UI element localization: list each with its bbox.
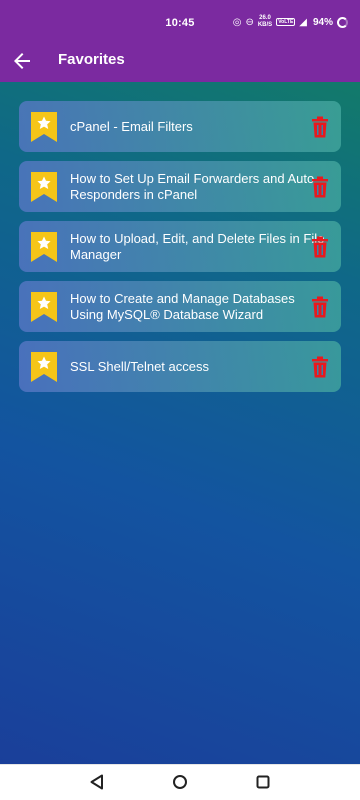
favorite-title: How to Create and Manage Databases Using… [70,290,295,322]
star-bookmark-icon [31,352,57,382]
favorite-title: SSL Shell/Telnet access [70,358,209,374]
star-bookmark-icon [31,292,57,322]
favorite-item[interactable]: How to Upload, Edit, and Delete Files in… [19,221,341,272]
battery-percent: 94% [312,16,333,28]
favorites-content: cPanel - Email Filters How to Set Up Ema… [0,82,360,764]
triangle-back-icon[interactable] [88,773,106,791]
favorite-title: How to Set Up Email Forwarders and Auto … [70,170,315,202]
delete-icon[interactable] [310,116,330,138]
favorite-item[interactable]: How to Set Up Email Forwarders and Auto … [19,161,341,212]
delete-icon[interactable] [310,176,330,198]
favorites-list: cPanel - Email Filters How to Set Up Ema… [19,101,341,401]
signal-icon: ◢ [299,16,307,28]
favorite-item[interactable]: How to Create and Manage Databases Using… [19,281,341,332]
favorite-title: cPanel - Email Filters [70,118,193,134]
circle-home-icon[interactable] [171,773,189,791]
net-speed: 26.0 KB/S [258,15,272,29]
star-bookmark-icon [31,172,57,202]
battery-icon [337,16,348,28]
delete-icon[interactable] [310,296,330,318]
favorite-item[interactable]: SSL Shell/Telnet access [19,341,341,392]
back-button[interactable] [10,49,34,73]
delete-icon[interactable] [310,236,330,258]
square-recents-icon[interactable] [254,773,272,791]
favorite-item[interactable]: cPanel - Email Filters [19,101,341,152]
favorite-title: How to Upload, Edit, and Delete Files in… [70,230,325,262]
star-bookmark-icon [31,112,57,142]
arrow-back-icon [14,53,30,69]
volte-badge: VoLTE [276,18,296,26]
page-title: Favorites [58,51,125,68]
net-speed-value: 26.0 [259,15,271,21]
net-speed-unit: KB/S [257,22,273,28]
status-bar: 10:45 ◎ ⊖ 26.0 KB/S VoLTE ◢ 94% [0,0,360,40]
app-bar: Favorites [0,40,360,82]
delete-icon[interactable] [310,356,330,378]
dnd-icon: ⊖ [245,16,254,28]
status-icons: ◎ ⊖ 26.0 KB/S VoLTE ◢ 94% [233,15,348,29]
hotspot-icon: ◎ [232,16,242,28]
system-nav-bar [0,764,360,800]
star-bookmark-icon [31,232,57,262]
